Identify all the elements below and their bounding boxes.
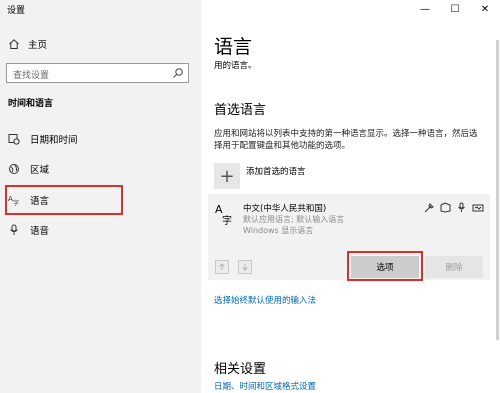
highlight-box-options <box>347 251 423 281</box>
globe-icon <box>9 164 19 174</box>
date-time-region-link[interactable]: 日期、时间和区域格式设置 <box>214 380 316 392</box>
minimize-button[interactable]: — <box>410 0 440 18</box>
sidebar-item-label: 区域 <box>30 165 50 176</box>
nav-home-label: 主页 <box>28 40 48 51</box>
remove-button[interactable]: 删除 <box>425 256 483 278</box>
sidebar-item-label: 日期和时间 <box>30 135 78 146</box>
sidebar-section-title: 时间和语言 <box>8 99 54 109</box>
sidebar-item-speech[interactable]: 语音 <box>8 223 49 237</box>
calendar-clock-icon <box>8 134 20 145</box>
add-language-button[interactable]: + <box>214 163 240 189</box>
related-settings-heading: 相关设置 <box>214 362 267 377</box>
search-input[interactable]: 查找设置 <box>6 63 189 83</box>
home-icon <box>9 39 19 49</box>
svg-text:A: A <box>215 203 223 216</box>
preferred-languages-description: 应用和网站将以列表中支持的第一种语言显示。选择一种语言，然后选择用于配置键盘和其… <box>214 129 478 151</box>
move-down-button[interactable] <box>238 260 252 274</box>
scrollbar[interactable] <box>496 40 499 340</box>
sidebar-item-label: 语音 <box>30 226 50 237</box>
nav-home[interactable]: 主页 <box>8 37 47 51</box>
search-placeholder: 查找设置 <box>13 71 50 81</box>
language-feature-icons <box>424 202 484 213</box>
add-language-row[interactable]: + 添加首选的语言 <box>214 163 306 189</box>
highlight-box-language <box>5 185 123 215</box>
language-display-status: Windows 显示语言 <box>243 226 314 235</box>
window-controls: — ☐ ✕ <box>410 0 500 18</box>
handwriting-icon <box>472 204 484 212</box>
preferred-languages-heading: 首选语言 <box>214 103 267 118</box>
sidebar-item-date-time[interactable]: 日期和时间 <box>8 132 78 146</box>
window-title: 设置 <box>7 6 26 16</box>
language-usage: 默认应用语言; 默认输入语言 <box>243 215 345 224</box>
page-subtitle: 用的语言。 <box>214 61 257 71</box>
maximize-button[interactable]: ☐ <box>440 0 470 18</box>
search-icon[interactable] <box>172 67 184 79</box>
close-button[interactable]: ✕ <box>470 0 500 18</box>
microphone-icon <box>10 224 18 235</box>
page-title: 语言 <box>214 36 253 58</box>
language-name: 中文(中华人民共和国) <box>243 204 327 214</box>
language-icon: A 字 <box>215 203 232 227</box>
move-up-button[interactable] <box>215 260 229 274</box>
arrow-down-icon <box>242 264 248 271</box>
svg-text:字: 字 <box>222 214 232 227</box>
text-to-speech-icon <box>424 203 434 213</box>
arrow-up-icon <box>219 263 225 270</box>
display-language-icon <box>440 202 451 213</box>
keyboard-default-link[interactable]: 选择始终默认使用的输入法 <box>214 294 316 306</box>
add-language-label[interactable]: 添加首选的语言 <box>246 165 306 177</box>
sidebar-item-region[interactable]: 区域 <box>8 162 49 176</box>
speech-recognition-icon <box>458 202 465 212</box>
